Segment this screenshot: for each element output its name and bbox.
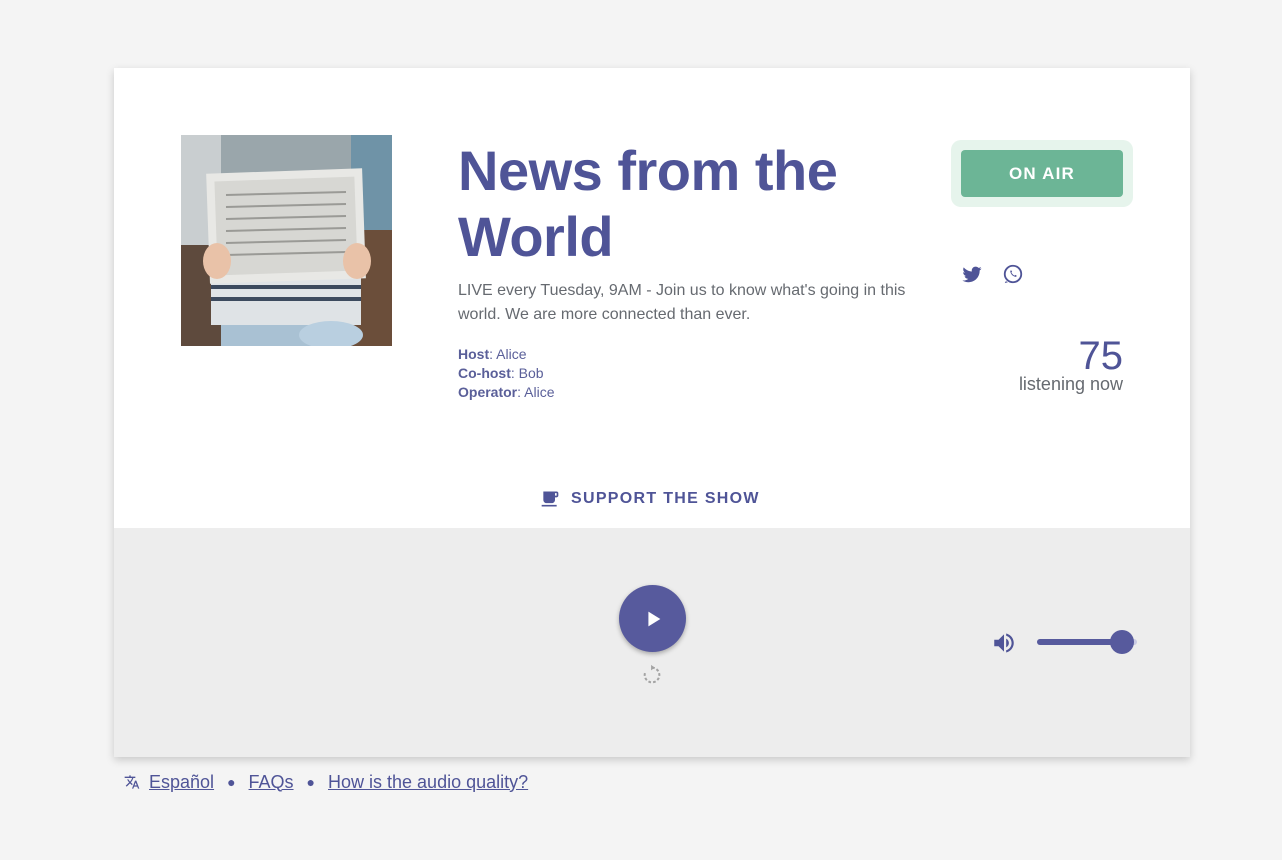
footer: Español ● FAQs ● How is the audio qualit… — [124, 770, 528, 794]
on-air-badge: ON AIR — [961, 150, 1123, 197]
footer-separator: ● — [306, 774, 316, 790]
volume-icon[interactable] — [991, 630, 1017, 656]
credit-cohost: Co-host: Bob — [458, 365, 544, 381]
credit-role: Host — [458, 346, 490, 362]
whatsapp-icon[interactable] — [1002, 263, 1024, 285]
credit-role: Operator — [458, 384, 518, 400]
audio-player — [114, 528, 1190, 757]
credit-name: Alice — [496, 346, 527, 362]
play-button[interactable] — [619, 585, 686, 652]
show-title: News from the World — [458, 139, 838, 268]
listeners-label: listening now — [1018, 374, 1123, 394]
footer-separator: ● — [227, 774, 236, 790]
credit-operator: Operator: Alice — [458, 384, 555, 400]
footer-link-language[interactable]: Español — [149, 772, 214, 793]
reload-icon[interactable] — [641, 664, 663, 686]
credit-role: Co-host — [458, 365, 511, 381]
coffee-cup-icon — [541, 491, 559, 507]
listeners-count: 75 — [1078, 334, 1124, 378]
show-credits: Host: Alice Co-host: Bob Operator: Alice — [458, 345, 555, 402]
footer-link-audio-quality[interactable]: How is the audio quality? — [328, 772, 528, 793]
support-the-show-button[interactable]: SUPPORT THE SHOW — [540, 486, 760, 512]
on-air-badge-container: ON AIR — [951, 140, 1133, 207]
translate-icon — [124, 774, 140, 790]
show-description: LIVE every Tuesday, 9AM - Join us to kno… — [458, 282, 906, 323]
credit-name: Alice — [524, 384, 555, 400]
play-icon — [647, 611, 660, 626]
twitter-icon[interactable] — [961, 263, 983, 285]
credit-host: Host: Alice — [458, 346, 527, 362]
support-label: SUPPORT THE SHOW — [571, 490, 760, 507]
show-cover-image — [181, 135, 392, 346]
credit-name: Bob — [518, 365, 544, 381]
volume-slider[interactable] — [1037, 630, 1137, 654]
footer-link-faqs[interactable]: FAQs — [249, 772, 294, 793]
show-card: News from the World LIVE every Tuesday, … — [114, 68, 1190, 757]
volume-thumb[interactable] — [1110, 630, 1134, 654]
